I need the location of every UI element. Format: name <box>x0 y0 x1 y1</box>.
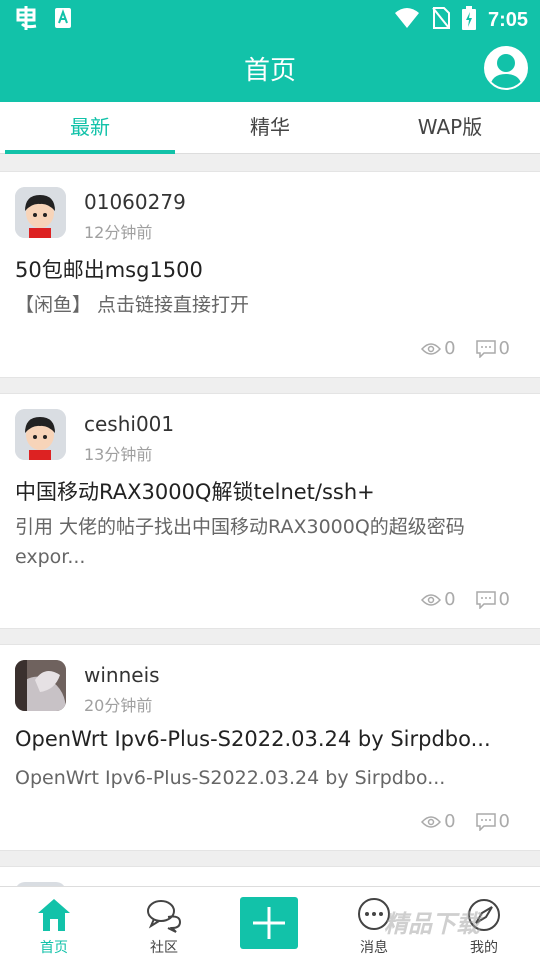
post-excerpt: OpenWrt Ipv6-Plus-S2022.03.24 by Sirpdbo… <box>15 767 446 789</box>
nav-home[interactable]: 首页 <box>0 887 108 960</box>
no-sim-icon <box>432 7 450 33</box>
eye-icon <box>421 342 442 355</box>
a-icon <box>54 7 72 33</box>
nav-label: 社区 <box>150 940 178 956</box>
post-excerpt: 引用 大佬的帖子找出中国移动RAX3000Q的超级密码expor... <box>15 516 465 568</box>
user-icon <box>490 54 522 88</box>
post-card[interactable]: winneis 20分钟前 OpenWrt Ipv6-Plus-S2022.03… <box>0 644 540 851</box>
post-card[interactable]: 01060279 12分钟前 50包邮出msg1500 【闲鱼】 点击链接直接打… <box>0 171 540 378</box>
comment-count: 0 <box>498 811 510 832</box>
post-time: 12分钟前 <box>84 223 153 242</box>
nav-label: 首页 <box>40 940 68 956</box>
wifi-icon <box>394 7 420 33</box>
post-stats: 0 0 <box>421 811 510 832</box>
post-excerpt: 【闲鱼】 点击链接直接打开 <box>15 294 250 316</box>
post-username[interactable]: ceshi001 <box>84 412 174 436</box>
comment-count: 0 <box>498 589 510 610</box>
nav-label: 消息 <box>360 940 388 956</box>
view-count: 0 <box>444 811 456 832</box>
post-time: 13分钟前 <box>84 445 153 464</box>
eye-icon <box>421 815 442 828</box>
avatar[interactable] <box>15 660 66 711</box>
post-stats: 0 0 <box>421 589 510 610</box>
avatar[interactable] <box>15 187 66 238</box>
app-icon <box>14 6 40 34</box>
comment-count: 0 <box>498 338 510 359</box>
plus-icon <box>253 907 285 939</box>
page-title: 首页 <box>243 56 296 86</box>
comment-icon <box>475 590 496 609</box>
avatar[interactable] <box>15 409 66 460</box>
battery-charging-icon <box>461 6 476 34</box>
tab-indicator <box>5 150 175 154</box>
status-time: 7:05 <box>487 8 528 31</box>
app-bar: 首页 <box>0 36 540 102</box>
eye-icon <box>421 593 442 606</box>
post-time: 20分钟前 <box>84 696 153 715</box>
tab-latest[interactable]: 最新 <box>0 102 180 154</box>
status-bar: 7:05 <box>0 0 540 36</box>
nav-label: 我的 <box>470 940 498 956</box>
chat-bubbles-icon <box>147 900 182 933</box>
new-post-button[interactable] <box>240 897 298 949</box>
post-title[interactable]: 50包邮出msg1500 <box>15 254 203 284</box>
post-title[interactable]: OpenWrt Ipv6-Plus-S2022.03.24 by Sirpdbo… <box>15 727 491 751</box>
comment-icon <box>475 339 496 358</box>
tab-bar: 最新 精华 WAP版 <box>0 102 540 154</box>
post-card[interactable]: ceshi001 13分钟前 中国移动RAX3000Q解锁telnet/ssh+… <box>0 393 540 629</box>
comment-icon <box>475 812 496 831</box>
post-username[interactable]: winneis <box>84 663 160 687</box>
post-stats: 0 0 <box>421 338 510 359</box>
post-title[interactable]: 中国移动RAX3000Q解锁telnet/ssh+ <box>15 476 375 506</box>
nav-community[interactable]: 社区 <box>110 887 218 960</box>
post-username[interactable]: 01060279 <box>84 190 186 214</box>
home-icon <box>38 899 70 931</box>
watermark: 精品下载 <box>384 910 480 938</box>
view-count: 0 <box>444 589 456 610</box>
tab-wap[interactable]: WAP版 <box>360 102 540 154</box>
view-count: 0 <box>444 338 456 359</box>
tab-featured[interactable]: 精华 <box>180 102 360 154</box>
user-avatar-button[interactable] <box>484 46 528 90</box>
